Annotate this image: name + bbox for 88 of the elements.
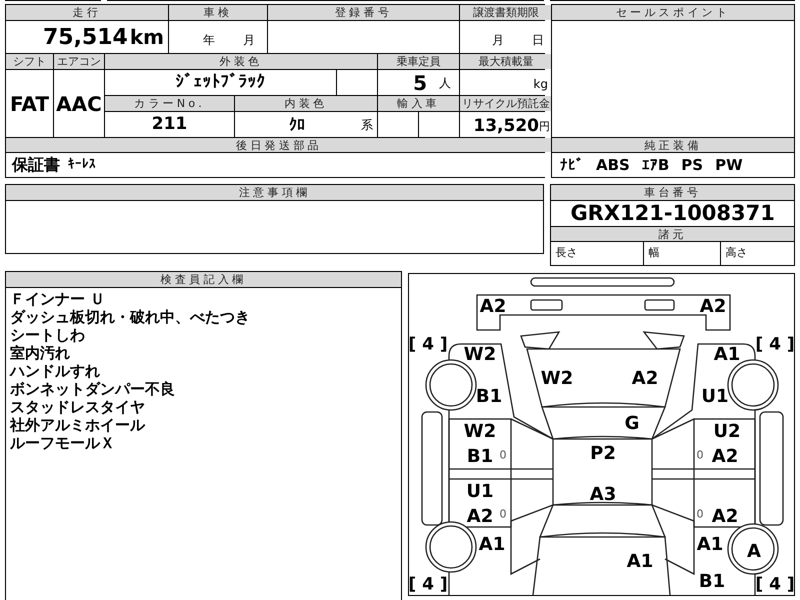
spec-label: 長さ: [555, 245, 578, 262]
interior-color-value: ｸﾛ: [289, 114, 305, 136]
inspector-note: ルーフモールＸ: [10, 434, 116, 452]
equipment-item: ABS: [596, 154, 630, 176]
damage-code: A2: [712, 508, 738, 526]
spec-label: 高さ: [725, 245, 748, 262]
section-header: 走行: [6, 5, 168, 20]
damage-code: A1: [626, 553, 654, 571]
damage-code: U1: [466, 483, 494, 501]
equipment-item: ﾅﾋﾞ: [560, 154, 584, 176]
inspector-note: シートしわ: [10, 326, 86, 344]
damage-code: U1: [701, 388, 729, 406]
recycling-fee-value: 13,520: [473, 118, 539, 135]
section-header: 車台番号: [551, 185, 794, 200]
unit-label: 円: [539, 118, 550, 134]
damage-code: A2: [480, 298, 506, 316]
inspector-note: スタッドレスタイヤ: [10, 398, 146, 416]
unit-label: 日: [532, 32, 544, 49]
section-header: エアコン: [54, 54, 104, 69]
inspector-note: ハンドルすれ: [10, 362, 101, 380]
damage-code: A2: [632, 370, 658, 388]
section-header: リサイクル預託金: [460, 96, 552, 111]
damage-code: W2: [464, 423, 496, 441]
damage-code: P2: [590, 445, 616, 463]
section-header: 乗車定員: [378, 54, 459, 69]
tire-grade: [ 4 ]: [409, 336, 448, 354]
inspector-note: ボンネットダンパー不良: [10, 380, 176, 398]
damage-code: A: [747, 543, 761, 561]
unit-label: 人: [439, 74, 451, 92]
section-header: カラーNo.: [105, 96, 234, 111]
section-header: セールスポイント: [552, 5, 794, 20]
damage-code: A1: [696, 536, 724, 554]
damage-code: A2: [712, 448, 738, 466]
inspector-note: Ｆインナー Ｕ: [10, 290, 106, 308]
damage-code: W2: [464, 346, 496, 364]
section-header: 内装色: [235, 96, 377, 111]
small-mark: 0: [696, 508, 704, 520]
equipment-item: PS: [681, 154, 704, 176]
section-header: 注意事項欄: [6, 185, 544, 200]
tire-grade: [ 4 ]: [409, 576, 448, 594]
unit-label: kg: [533, 76, 548, 93]
unit-label: 月: [243, 32, 255, 49]
damage-code: W2: [540, 370, 574, 388]
air-conditioner-value: AAC: [56, 90, 102, 118]
damage-code: B1: [466, 448, 494, 466]
unit-label: 月: [492, 32, 504, 49]
section-header: 検査員記入欄: [6, 272, 401, 287]
spec-label: 幅: [648, 245, 660, 262]
damage-code: A1: [478, 536, 506, 554]
damage-code: U2: [713, 423, 741, 441]
damage-code: A3: [590, 486, 616, 504]
section-header: 譲渡書類期限: [460, 5, 552, 20]
section-header: 輸入車: [378, 96, 459, 111]
equipment-item: PW: [715, 154, 743, 176]
tire-grade: [ 4 ]: [755, 336, 794, 354]
section-header: 車検: [169, 5, 267, 20]
part-item: ｷｰﾚｽ: [68, 156, 96, 174]
damage-code: B1: [698, 573, 726, 591]
damage-code: G: [624, 415, 640, 433]
section-header: シフト: [6, 54, 53, 69]
chassis-number: GRX121-1008371: [570, 200, 775, 227]
damage-code: A2: [700, 298, 726, 316]
part-item: 保証書: [12, 154, 60, 176]
section-header: 後日発送部品: [6, 138, 552, 152]
section-header: 外装色: [105, 54, 377, 69]
inspector-note: 社外アルミホイール: [10, 416, 146, 434]
color-number-value: 211: [152, 112, 188, 136]
unit-label: 年: [203, 32, 215, 49]
damage-code: A1: [714, 346, 740, 364]
small-mark: 0: [696, 450, 704, 460]
section-header: 純正装備: [552, 138, 794, 152]
unit-label: 系: [361, 116, 373, 134]
small-mark: 0: [500, 508, 506, 520]
mileage-value: 75,514: [42, 24, 128, 52]
small-mark: 0: [500, 450, 506, 460]
exterior-color-value: ｼﾞｪｯﾄﾌﾞﾗｯｸ: [176, 70, 266, 94]
tire-grade: [ 4 ]: [755, 576, 794, 594]
unit-label: km: [130, 24, 164, 51]
section-header: 最大積載量: [460, 54, 552, 69]
inspector-note: 室内汚れ: [10, 344, 71, 362]
shift-value: FAT: [10, 90, 49, 118]
damage-code: A2: [466, 508, 494, 526]
damage-code: B1: [476, 388, 502, 406]
section-header: 登録番号: [268, 5, 459, 20]
inspector-note: ダッシュ板切れ・破れ中、べたつき: [10, 308, 251, 326]
capacity-value: 5: [413, 70, 427, 96]
equipment-item: ｴｱB: [642, 154, 670, 176]
section-header: 諸元: [551, 227, 794, 241]
